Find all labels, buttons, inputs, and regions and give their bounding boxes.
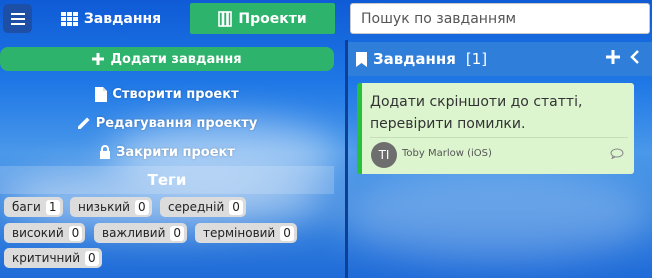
cloud-decoration <box>340 170 652 260</box>
pencil-icon <box>77 117 90 129</box>
tag-label: терміновий <box>203 226 276 240</box>
tag-count: 1 <box>45 199 60 215</box>
tag-item[interactable]: критичний 0 <box>4 248 102 268</box>
tag-count: 0 <box>280 225 294 241</box>
close-project-link[interactable]: Закрити проект <box>0 141 334 163</box>
bookmark-icon <box>356 51 367 67</box>
grid-icon <box>60 11 78 26</box>
tag-count: 0 <box>134 199 149 215</box>
chevron-left-icon[interactable] <box>630 50 640 64</box>
projects-icon <box>218 10 233 27</box>
tag-label: важливий <box>102 226 166 240</box>
tab-projects-label: Проекти <box>238 10 307 27</box>
task-text: Додати скріншоти до статті, перевірити п… <box>370 94 583 132</box>
hamburger-icon <box>10 12 25 15</box>
tag-label: середній <box>168 200 225 214</box>
tag-item[interactable]: високий 0 <box>4 223 86 243</box>
edit-project-label: Редагування проекту <box>95 115 258 131</box>
tag-item[interactable]: терміновий 0 <box>195 223 297 243</box>
lock-icon <box>100 145 111 159</box>
tab-projects[interactable]: Проекти <box>190 3 335 34</box>
tag-count: 0 <box>229 199 243 215</box>
avatar: TI <box>371 142 397 168</box>
column-title: Завдання <box>373 50 456 68</box>
top-bar: Завдання Проекти <box>0 0 652 40</box>
create-project-link[interactable]: Створити проект <box>0 83 334 105</box>
add-icon[interactable] <box>606 50 620 64</box>
file-icon <box>95 86 108 102</box>
tag-item[interactable]: середній 0 <box>160 197 246 217</box>
tag-count: 0 <box>68 225 83 241</box>
create-project-label: Створити проект <box>112 86 239 102</box>
add-task-button[interactable]: Додати завдання <box>0 47 334 71</box>
tag-label: високий <box>12 226 64 240</box>
tag-count: 0 <box>170 225 185 241</box>
tag-label: баги <box>12 200 41 214</box>
tag-label: критичний <box>12 251 80 265</box>
tab-tasks-label: Завдання <box>83 10 162 27</box>
column-count: [1] <box>465 50 488 68</box>
tags-heading: Теги <box>0 166 334 194</box>
tag-count: 0 <box>85 250 99 266</box>
add-task-label: Додати завдання <box>110 51 242 67</box>
tag-item[interactable]: важливий 0 <box>94 223 188 243</box>
tag-item[interactable]: баги 1 <box>4 197 63 217</box>
comment-icon[interactable] <box>610 148 624 159</box>
plus-icon <box>92 53 105 65</box>
search-input[interactable] <box>350 3 650 34</box>
column-header: Завдання [1] <box>348 42 652 76</box>
edit-project-link[interactable]: Редагування проекту <box>0 112 334 134</box>
card-divider <box>370 137 628 138</box>
tab-tasks[interactable]: Завдання <box>38 3 184 34</box>
assignee-name: Toby Marlow (iOS) <box>402 148 492 159</box>
menu-button[interactable] <box>3 4 32 33</box>
tag-label: низький <box>78 200 130 214</box>
task-card[interactable]: Додати скріншоти до статті, перевірити п… <box>357 83 634 174</box>
close-project-label: Закрити проект <box>116 144 235 160</box>
tag-item[interactable]: низький 0 <box>70 197 152 217</box>
